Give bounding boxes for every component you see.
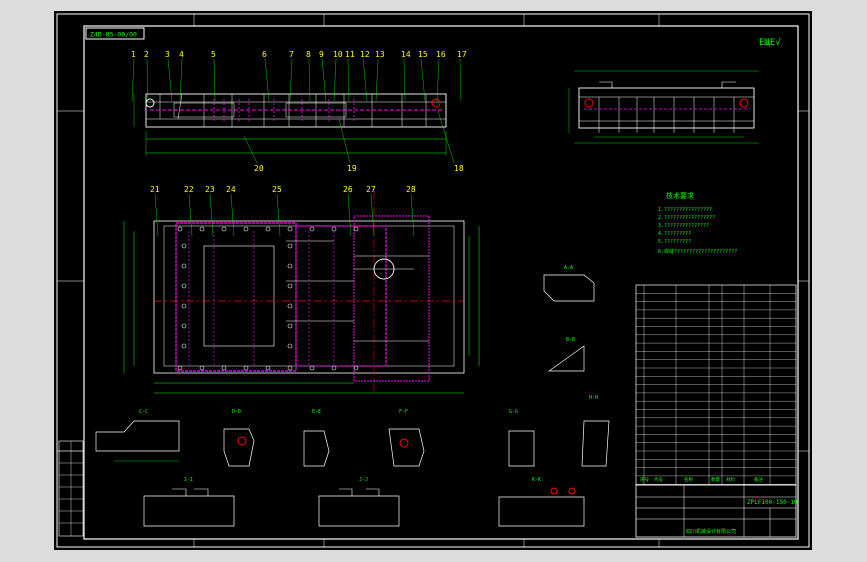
tech-note-6: 6.焊缝????????????????????? bbox=[658, 248, 737, 255]
balloon-12: 12 bbox=[360, 50, 370, 59]
balloon-6: 6 bbox=[262, 50, 267, 59]
balloon-24: 24 bbox=[226, 185, 236, 194]
balloon-28: 28 bbox=[406, 185, 416, 194]
balloon-row-middle: 21 22 23 24 25 26 27 28 bbox=[150, 185, 416, 237]
cad-drawing: Z4D-85-00/00 ЕЩЕ√ 1 2 3 4 5 6 7 8 9 10 11 12 13 14 15 1… bbox=[56, 13, 810, 548]
tech-note-4: 4.????????? bbox=[658, 231, 691, 237]
svg-text:A-A: A-A bbox=[564, 265, 573, 271]
tech-notes-title: 技术要求 bbox=[666, 191, 694, 200]
bom-header: 数量 bbox=[711, 476, 720, 483]
section-label: D-D bbox=[232, 409, 241, 415]
balloon-20: 20 bbox=[254, 164, 264, 173]
balloon-13: 13 bbox=[375, 50, 385, 59]
plan-view bbox=[123, 191, 480, 394]
balloon-8: 8 bbox=[306, 50, 311, 59]
balloon-7: 7 bbox=[289, 50, 294, 59]
tech-note-2: 2.????????????????? bbox=[658, 215, 715, 221]
section-details: A-A B-B C-C D-D E-E F-F G-G H-H I-I J-J K-K bbox=[95, 265, 610, 527]
balloon-11: 11 bbox=[345, 50, 355, 59]
drawing-stamp: Z4D-85-00/00 bbox=[90, 31, 137, 39]
title-block: ZPLF100-150-10 四川机械设计有限公司 bbox=[635, 484, 798, 538]
section-label: I-I bbox=[184, 477, 193, 483]
balloon-1: 1 bbox=[131, 50, 136, 59]
section-label: J-J bbox=[359, 477, 368, 483]
check-mark: ЕЩЕ√ bbox=[759, 37, 781, 48]
balloon-3: 3 bbox=[165, 50, 170, 59]
bom-header: 序号 bbox=[640, 476, 649, 483]
section-label: K-K bbox=[532, 477, 541, 483]
side-elevation-view bbox=[568, 70, 759, 144]
section-label: G-G bbox=[509, 409, 518, 415]
balloon-4: 4 bbox=[179, 50, 184, 59]
tech-note-1: 1.???????????????? bbox=[658, 207, 712, 213]
bom-header: 名称 bbox=[684, 476, 693, 483]
front-elevation-view bbox=[133, 93, 447, 156]
revision-strip bbox=[58, 440, 84, 537]
balloon-17: 17 bbox=[457, 50, 467, 59]
balloon-row-top: 1 2 3 4 5 6 7 8 9 10 11 12 13 14 15 16 17181920 bbox=[131, 50, 467, 173]
section-label: E-E bbox=[312, 409, 321, 415]
balloon-5: 5 bbox=[211, 50, 216, 59]
section-label: F-F bbox=[399, 409, 408, 415]
balloon-16: 16 bbox=[436, 50, 446, 59]
technical-notes: 技术要求 1.???????????????? 2.??????????????… bbox=[658, 191, 737, 255]
balloon-19: 19 bbox=[347, 164, 357, 173]
company-name: 四川机械设计有限公司 bbox=[686, 528, 736, 535]
balloon-26: 26 bbox=[343, 185, 353, 194]
section-label: H-H bbox=[589, 395, 598, 401]
bill-of-materials: 序号 代号 名称 数量 材料 备注 bbox=[635, 284, 797, 486]
balloon-15: 15 bbox=[418, 50, 428, 59]
section-label: C-C bbox=[139, 409, 148, 415]
bom-header: 代号 bbox=[654, 476, 663, 483]
balloon-21: 21 bbox=[150, 185, 160, 194]
tech-note-3: 3.??????????????? bbox=[658, 223, 709, 229]
balloon-25: 25 bbox=[272, 185, 282, 194]
tech-note-5: 5.????????? bbox=[658, 239, 691, 245]
balloon-27: 27 bbox=[366, 185, 376, 194]
balloon-18: 18 bbox=[454, 164, 464, 173]
bom-header: 材料 bbox=[726, 476, 735, 483]
bom-header: 备注 bbox=[754, 476, 763, 483]
balloon-14: 14 bbox=[401, 50, 411, 59]
drawing-sheet: Z4D-85-00/00 ЕЩЕ√ 1 2 3 4 5 6 7 8 9 10 11 12 13 14 15 1… bbox=[54, 11, 812, 550]
balloon-2: 2 bbox=[144, 50, 149, 59]
balloon-9: 9 bbox=[319, 50, 324, 59]
svg-text:B-B: B-B bbox=[566, 337, 575, 343]
drawing-number: ZPLF100-150-10 bbox=[747, 499, 798, 506]
balloon-10: 10 bbox=[333, 50, 343, 59]
balloon-22: 22 bbox=[184, 185, 194, 194]
balloon-23: 23 bbox=[205, 185, 215, 194]
